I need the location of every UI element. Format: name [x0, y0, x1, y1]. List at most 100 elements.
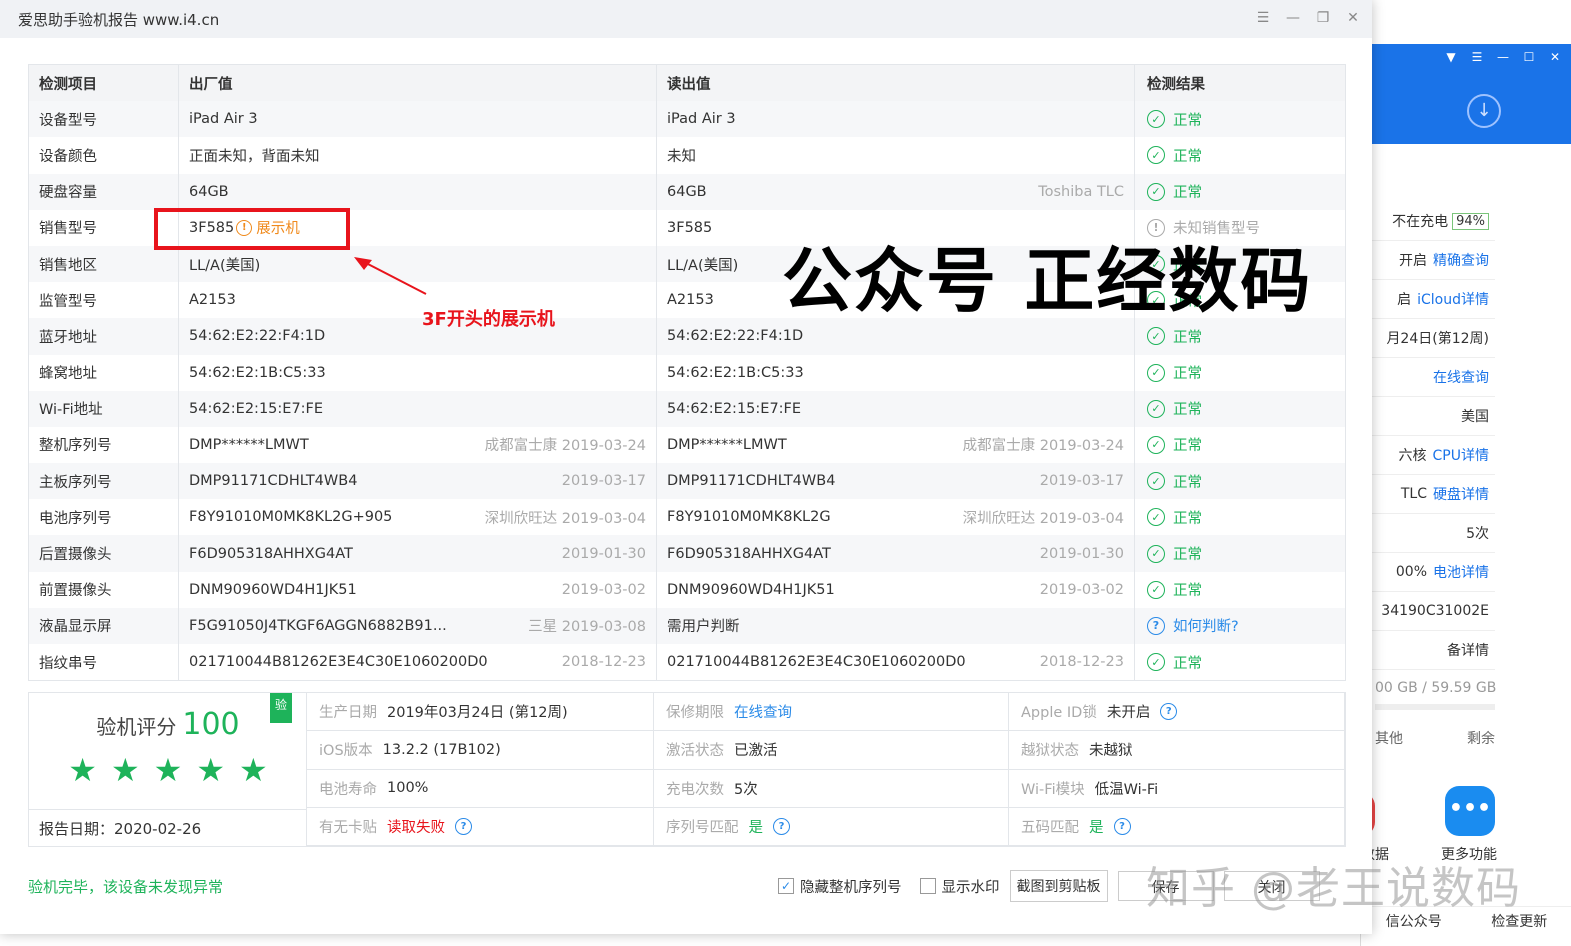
read-value: F8Y91010M0MK8KL2G: [667, 509, 831, 526]
result-cell[interactable]: ? 如何判断?: [1135, 608, 1345, 644]
summary-cell: Apple ID锁 未开启?: [1009, 693, 1345, 732]
background-info-row: 在线查询: [1361, 358, 1495, 397]
background-info-row: 备详情: [1361, 631, 1495, 670]
help-icon[interactable]: ?: [1160, 703, 1178, 721]
summary-grid: 生产日期 2019年03月24日 (第12周) 保修期限 在线查询 Apple ID锁未…: [307, 693, 1345, 846]
read-cell: DMP91171CDHLT4WB4 2019-03-17: [657, 463, 1135, 500]
checkbox-unchecked-icon[interactable]: [919, 878, 936, 894]
result-text: 正常: [1173, 148, 1202, 165]
background-info-link[interactable]: iCloud详情: [1417, 289, 1489, 309]
background-info-text: 开启: [1399, 253, 1427, 269]
check-circle-icon: ✓: [1147, 146, 1165, 165]
read-value: 021710044B81262E3E4C30E1060200D0: [667, 654, 966, 671]
more-functions-icon[interactable]: •••: [1445, 786, 1495, 836]
show-watermark-label: 显示水印: [941, 879, 1000, 896]
read-cell: 需用户判断: [657, 607, 1135, 644]
close-icon[interactable]: ✕: [1548, 50, 1562, 64]
star-rating: ★ ★ ★ ★ ★: [29, 751, 307, 789]
read-cell: 54:62:E2:1B:C5:33: [657, 354, 1135, 391]
summary-key: 电池寿命: [319, 781, 377, 798]
check-circle-icon: ✓: [1147, 399, 1165, 418]
summary-key: 生产日期: [319, 705, 377, 722]
background-info-text: 00%: [1395, 564, 1427, 580]
factory-value: F5G91050J4TKGF6AGGN6882B91...: [189, 617, 447, 634]
read-value: DMP91171CDHLT4WB4: [667, 473, 836, 490]
summary-value: 是: [748, 819, 764, 836]
background-info-link[interactable]: 电池详情: [1433, 562, 1489, 582]
summary-value: 5次: [734, 781, 758, 798]
minimize-icon[interactable]: —: [1286, 10, 1300, 26]
background-info-row: 启 iCloud详情: [1361, 280, 1495, 319]
background-info-text: 启: [1397, 292, 1412, 308]
highlight-box: [154, 208, 350, 250]
factory-cell: 64GB: [179, 173, 657, 210]
summary-cell: 保修期限 在线查询: [654, 693, 1009, 732]
result-text: 正常: [1173, 329, 1202, 346]
factory-value: DMP******LMWT: [189, 436, 309, 453]
factory-cell: DMP******LMWT 成都富士康 2019-03-24: [179, 426, 657, 464]
help-icon[interactable]: ?: [773, 817, 790, 835]
background-info-link[interactable]: 精确查询: [1433, 250, 1489, 270]
table-row: 主板序列号 DMP91171CDHLT4WB4 2019-03-17 DMP91171…: [29, 463, 1345, 500]
summary-key: iOS版本: [319, 743, 373, 760]
score-box: 验机评分 100 验 ★ ★ ★ ★ ★ 报告日期：2020-02-26: [29, 693, 307, 846]
help-icon[interactable]: ?: [455, 817, 472, 835]
item-name: 整机序列号: [29, 426, 179, 464]
summary-value[interactable]: 在线查询: [734, 701, 792, 722]
background-info-link[interactable]: 在线查询: [1433, 367, 1489, 387]
summary-key: 五码匹配: [1021, 819, 1079, 836]
menu-icon[interactable]: ☰: [1470, 50, 1484, 64]
shirt-icon[interactable]: ▼: [1444, 50, 1458, 64]
storage-bar: [1375, 704, 1495, 710]
show-watermark-checkbox[interactable]: 显示水印: [919, 876, 1000, 897]
summary-cell: iOS版本 13.2.2 (17B102): [307, 731, 654, 770]
background-info-link[interactable]: 硬盘详情: [1433, 484, 1489, 504]
minimize-icon[interactable]: —: [1496, 50, 1510, 64]
legend-other: 其他: [1375, 731, 1403, 747]
restore-icon[interactable]: ❐: [1316, 10, 1330, 26]
storage-text: 00 GB / 59.59 GB: [1375, 680, 1497, 696]
summary-cell: 五码匹配是?: [1009, 807, 1345, 846]
close-icon[interactable]: ✕: [1346, 10, 1360, 26]
header-read: 读出值: [657, 65, 1135, 102]
factory-cell: 正面未知，背面未知: [179, 137, 657, 174]
score-value: 100: [182, 707, 240, 742]
result-cell: ✓ 正常: [1135, 174, 1345, 210]
storage-legend: 其他 剩余: [1375, 728, 1495, 748]
read-cell: 64GB Toshiba TLC: [657, 173, 1135, 210]
result-cell: ✓ 正常: [1135, 355, 1345, 391]
table-row: 设备颜色 正面未知，背面未知 未知 ✓ 正常: [29, 137, 1345, 174]
result-cell: ✓ 正常: [1135, 572, 1345, 608]
table-row: 前置摄像头 DNM90960WD4H1JK51 2019-03-02 DNM90960…: [29, 571, 1345, 608]
maximize-icon[interactable]: ☐: [1522, 50, 1536, 64]
background-info-link[interactable]: CPU详情: [1433, 445, 1489, 465]
item-name: 主板序列号: [29, 463, 179, 500]
result-text: 正常: [1173, 583, 1202, 600]
item-name: 后置摄像头: [29, 535, 179, 572]
read-value: 54:62:E2:22:F4:1D: [667, 328, 804, 345]
factory-value: DMP91171CDHLT4WB4: [189, 473, 358, 490]
copy-screenshot-button[interactable]: 截图到剪贴板: [1009, 870, 1108, 902]
watermark-text: 公众号 正经数码: [782, 240, 1313, 322]
result-text: 正常: [1173, 438, 1202, 455]
factory-note: 2018-12-23: [561, 654, 646, 671]
background-info-row: 00% 电池详情: [1361, 553, 1495, 592]
summary-value: 未开启: [1106, 705, 1151, 722]
result-cell: ✓ 正常: [1135, 391, 1345, 427]
background-app-header: ▼ ☰ — ☐ ✕ ↓: [1361, 44, 1571, 144]
summary-cell: 充电次数 5次: [654, 769, 1009, 808]
item-name: 前置摄像头: [29, 571, 179, 608]
menu-icon[interactable]: ☰: [1256, 10, 1270, 26]
result-text: 正常: [1173, 366, 1202, 383]
factory-cell: 021710044B81262E3E4C30E1060200D0 2018-12-…: [179, 644, 657, 681]
background-info-row: 5次: [1361, 514, 1495, 553]
read-value: 64GB: [667, 183, 707, 200]
result-text[interactable]: 如何判断?: [1173, 615, 1239, 636]
hide-serial-checkbox[interactable]: ✓ 隐藏整机序列号: [778, 876, 902, 897]
download-icon[interactable]: ↓: [1467, 94, 1501, 128]
help-icon[interactable]: ?: [1113, 817, 1131, 835]
annotation-text: 3F开头的展示机: [422, 309, 555, 330]
summary-key: 越狱状态: [1021, 743, 1079, 760]
result-text: 正常: [1173, 112, 1202, 129]
checkbox-checked-icon[interactable]: ✓: [778, 878, 794, 894]
